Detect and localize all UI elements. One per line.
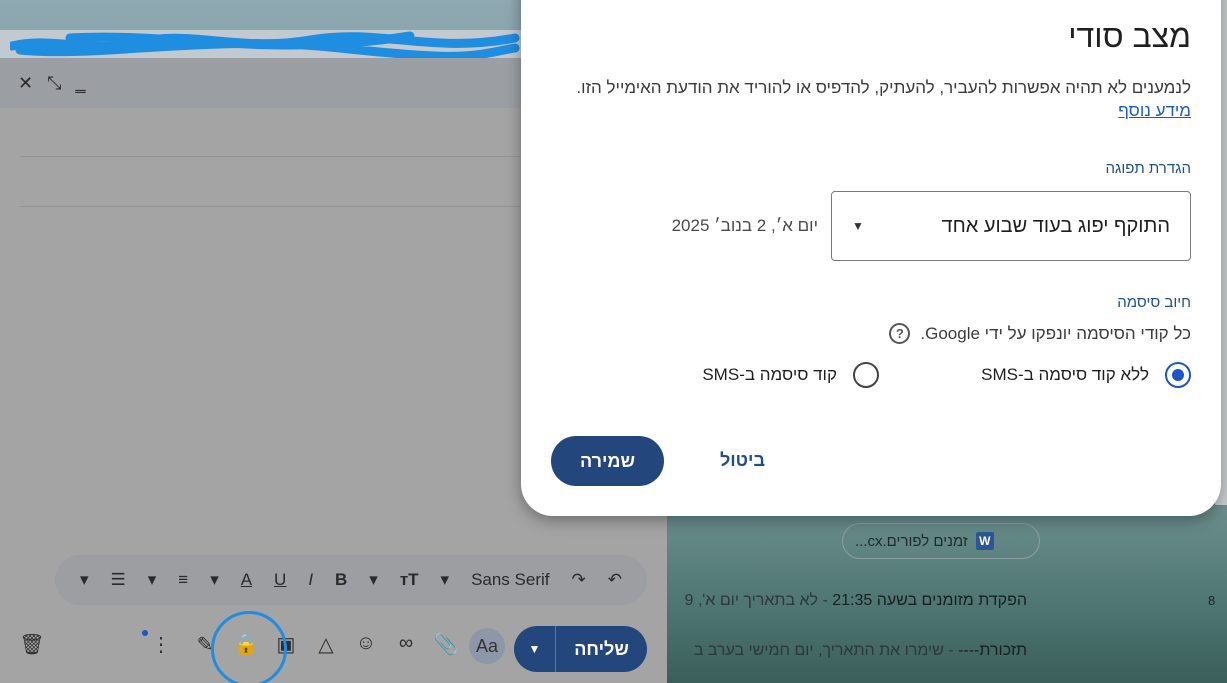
- inbox-row-title: הפקדת מזומנים בשעה 21:35: [832, 592, 1027, 609]
- italic-icon[interactable]: I: [308, 570, 313, 590]
- confidential-mode-dialog: מצב סודי לנמענים לא תהיה אפשרות להעביר, …: [521, 0, 1221, 516]
- inbox-row-snippet: - לא בתאריך יום א', 9: [684, 592, 833, 609]
- text-size-caret-icon[interactable]: ▾: [369, 570, 378, 590]
- font-caret-icon[interactable]: ▾: [441, 570, 450, 590]
- formatting-toggle-button[interactable]: Aa: [469, 628, 505, 664]
- radio-sms-label: קוד סיסמה ב-SMS: [702, 365, 837, 384]
- inbox-row[interactable]: הפקדת מזומנים בשעה 21:35 - לא בתאריך יום…: [684, 592, 1027, 610]
- word-doc-icon: W: [975, 532, 994, 550]
- dialog-title: מצב סודי: [1068, 18, 1191, 54]
- cancel-button[interactable]: ביטול: [720, 450, 765, 471]
- minimize-icon[interactable]: ‗: [76, 73, 86, 94]
- align-icon[interactable]: ≡: [178, 570, 188, 590]
- schedule-send-caret-icon[interactable]: ▼: [514, 626, 556, 672]
- send-button[interactable]: ▼ שליחה: [514, 626, 647, 672]
- compose-bottom-bar: 🗑 ⋮ ✎ 🔒 ▣ △ ☺ ∞ 📎 Aa ▼ שליחה: [0, 618, 667, 678]
- google-drive-icon[interactable]: △: [311, 632, 341, 657]
- expand-icon[interactable]: ⤡: [47, 73, 61, 94]
- bold-icon[interactable]: B: [335, 570, 347, 590]
- inbox-row-snippet: - שימרו את התאריך, יום חמישי בערב ב: [693, 642, 959, 659]
- undo-icon[interactable]: ↶: [608, 570, 622, 590]
- radio-sms[interactable]: קוד סיסמה ב-SMS: [702, 362, 879, 388]
- font-selector[interactable]: Sans Serif: [471, 570, 549, 590]
- insert-link-icon[interactable]: ∞: [391, 632, 421, 655]
- help-icon[interactable]: ?: [889, 323, 911, 344]
- underline-icon[interactable]: U: [274, 570, 286, 590]
- dialog-description: לנמענים לא תהיה אפשרות להעביר, להעתיק, ל…: [561, 76, 1191, 122]
- more-options-icon[interactable]: ⋮: [146, 632, 176, 657]
- save-button[interactable]: שמירה: [551, 436, 664, 486]
- send-button-label: שליחה: [574, 638, 629, 659]
- attachment-chip-label: זמנים לפורים.cx...: [855, 532, 968, 550]
- trash-icon[interactable]: 🗑: [17, 632, 47, 657]
- attachment-chip[interactable]: W זמנים לפורים.cx...: [842, 523, 1040, 559]
- attach-file-icon[interactable]: 📎: [431, 632, 461, 657]
- password-label: חיוב סיסמה: [1117, 294, 1191, 311]
- password-description-text: כל קודי הסיסמה יונפקו על ידי Google.: [920, 323, 1191, 343]
- expiry-date: יום א׳, 2 בנוב׳ 2025: [671, 216, 818, 235]
- password-description: כל קודי הסיסמה יונפקו על ידי Google. ?: [889, 323, 1191, 344]
- radio-button-checked[interactable]: [1165, 362, 1191, 388]
- text-color-icon[interactable]: A: [241, 570, 252, 590]
- expiry-label: הגדרת תפוגה: [1105, 160, 1191, 177]
- emoji-icon[interactable]: ☺: [351, 632, 381, 655]
- dropdown-caret-icon: ▼: [852, 219, 864, 233]
- expiry-select[interactable]: התוקף יפוג בעוד שבוע אחד ▼: [831, 191, 1191, 261]
- align-caret-icon[interactable]: ▾: [148, 570, 157, 590]
- dialog-description-text: לנמענים לא תהיה אפשרות להעביר, להעתיק, ל…: [576, 78, 1191, 97]
- radio-no-sms[interactable]: ללא קוד סיסמה ב-SMS: [981, 362, 1191, 388]
- inbox-row-title: תזכורת----: [958, 642, 1027, 659]
- numbered-list-icon[interactable]: ☰: [111, 570, 126, 590]
- annotation-circle: [211, 611, 287, 683]
- more-formatting-caret-icon[interactable]: ▾: [80, 570, 89, 590]
- radio-button-unchecked[interactable]: [853, 362, 879, 388]
- expiry-select-value: התוקף יפוג בעוד שבוע אחד: [941, 214, 1170, 237]
- learn-more-link[interactable]: מידע נוסף: [1118, 101, 1191, 120]
- inbox-row-date: 8: [1208, 593, 1216, 608]
- close-icon[interactable]: ✕: [18, 73, 33, 94]
- inbox-row[interactable]: תזכורת---- - שימרו את התאריך, יום חמישי …: [694, 642, 1027, 660]
- formatting-toolbar: ▾ ☰ ▾ ≡ ▾ A U I B ▾ тT ▾ Sans Serif ↷ ↶: [55, 555, 647, 605]
- text-size-icon[interactable]: тT: [400, 570, 419, 590]
- text-color-caret-icon[interactable]: ▾: [210, 570, 219, 590]
- redo-icon[interactable]: ↷: [571, 570, 585, 590]
- radio-no-sms-label: ללא קוד סיסמה ב-SMS: [981, 365, 1149, 384]
